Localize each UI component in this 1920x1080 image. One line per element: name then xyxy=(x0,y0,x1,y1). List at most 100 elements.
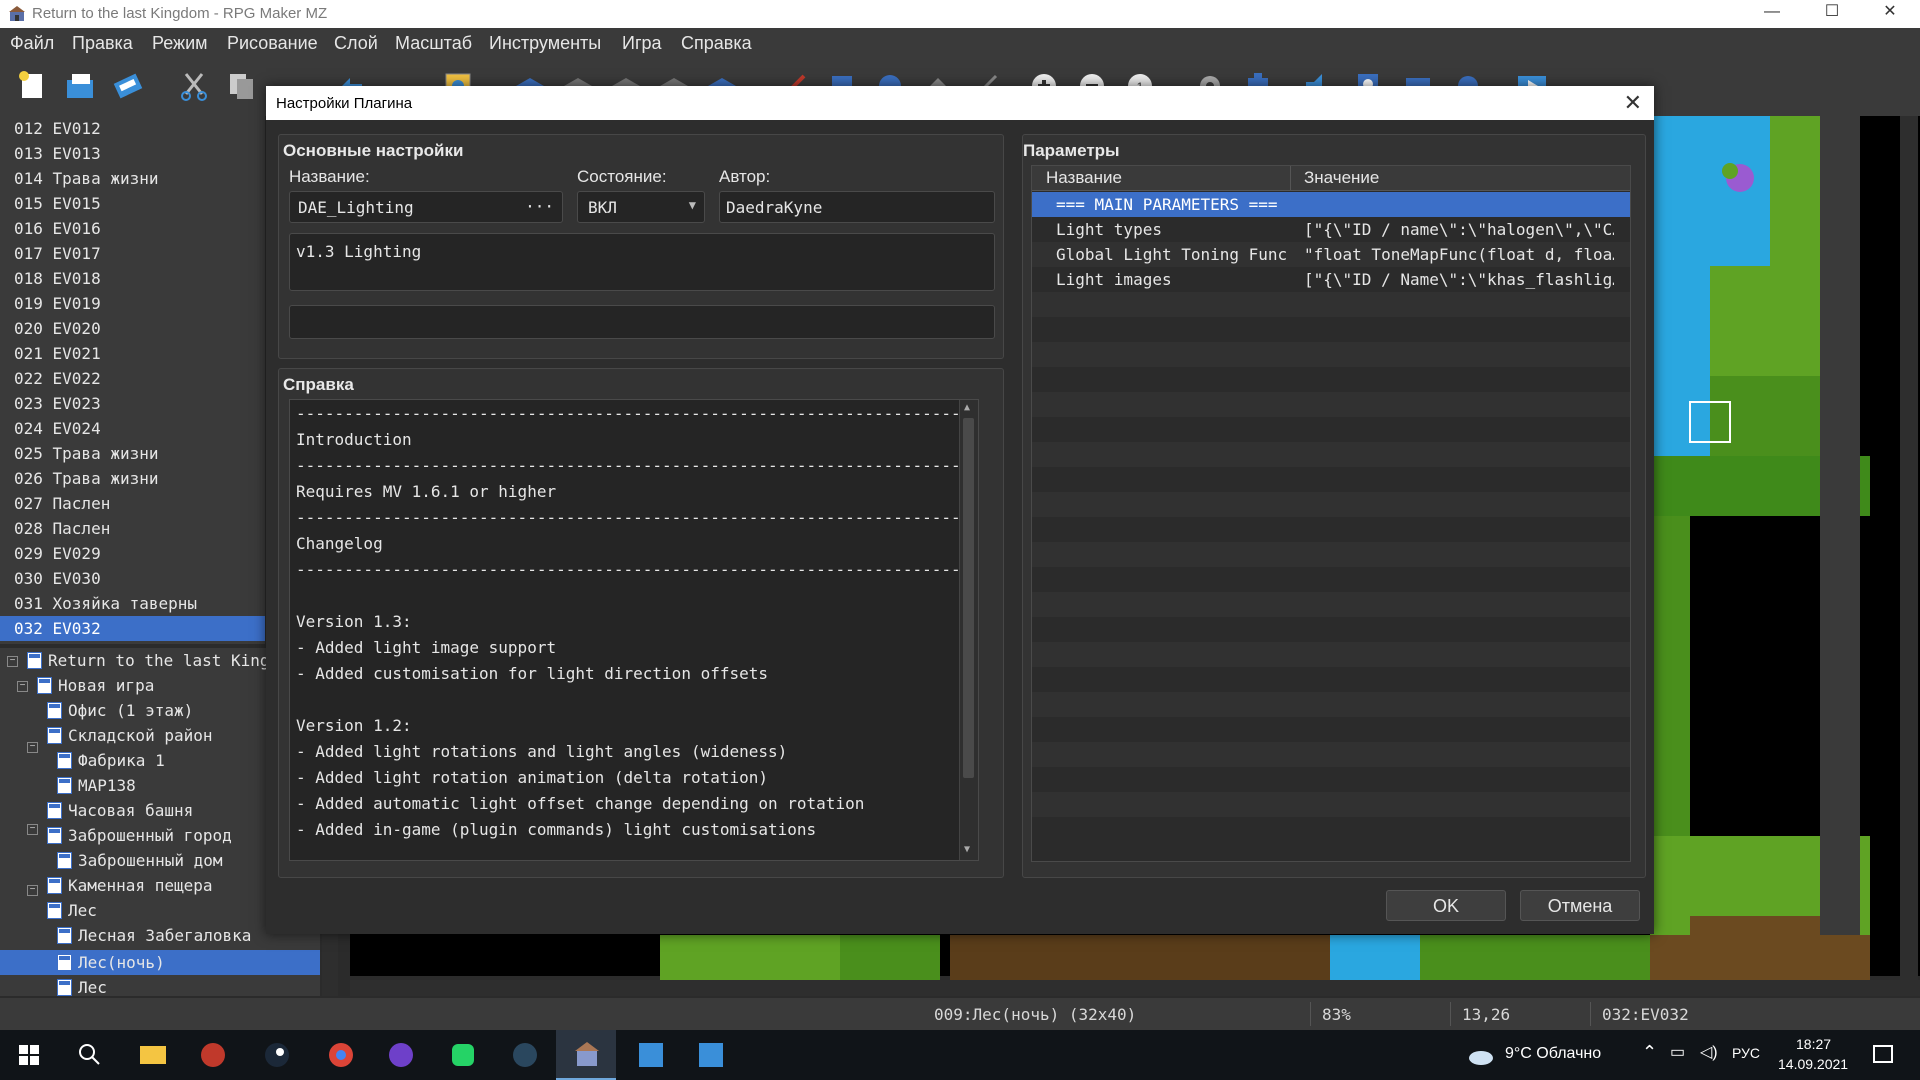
event-list-item[interactable]: 030 EV030 xyxy=(0,566,265,591)
scroll-down-icon[interactable]: ▼ xyxy=(964,844,970,855)
menu-layer[interactable]: Слой xyxy=(334,33,378,54)
copy-icon[interactable] xyxy=(224,68,260,104)
help-scrollbar[interactable]: ▲ ▼ xyxy=(959,400,978,860)
whatsapp-icon[interactable] xyxy=(446,1038,480,1072)
menu-mode[interactable]: Режим xyxy=(152,33,208,54)
parameter-row[interactable]: Light types ["{\"ID / name\":\"halogen\"… xyxy=(1032,217,1630,242)
notifications-icon[interactable] xyxy=(1866,1038,1900,1072)
steam-icon[interactable] xyxy=(260,1038,294,1072)
map-tree-item[interactable]: Лес xyxy=(47,898,97,923)
event-list-item[interactable]: 012 EV012 xyxy=(0,116,265,141)
map-tree-item[interactable]: MAP138 xyxy=(57,773,136,798)
author-field[interactable]: DaedraKyne xyxy=(719,191,995,223)
map-tree-root[interactable]: Return to the last Kingdom xyxy=(27,648,298,673)
vscode-icon[interactable] xyxy=(634,1038,668,1072)
map-tree-item[interactable]: Офис (1 этаж) xyxy=(47,698,193,723)
event-list-item[interactable]: 026 Трава жизни xyxy=(0,466,265,491)
chrome-icon[interactable] xyxy=(324,1038,358,1072)
cancel-button[interactable]: Отмена xyxy=(1520,890,1640,921)
collapse-icon[interactable]: − xyxy=(27,742,38,753)
description-field[interactable]: v1.3 Lighting xyxy=(289,233,995,291)
maximize-button[interactable]: ☐ xyxy=(1804,0,1860,28)
collapse-icon[interactable]: − xyxy=(17,681,28,692)
map-tree-item[interactable]: Заброшенный дом xyxy=(57,848,223,873)
map-tree-item-selected[interactable]: Лес(ночь) xyxy=(57,950,165,975)
map-tree-item[interactable]: Часовая башня xyxy=(47,798,193,823)
map-vertical-scrollbar[interactable] xyxy=(1900,116,1918,980)
map-tree-item[interactable]: Заброшенный город xyxy=(47,823,232,848)
weather-text[interactable]: 9°C Облачно xyxy=(1505,1045,1601,1063)
menu-scale[interactable]: Масштаб xyxy=(395,33,472,54)
event-list-item[interactable]: 025 Трава жизни xyxy=(0,441,265,466)
app-red-icon[interactable] xyxy=(196,1038,230,1072)
event-list-item[interactable]: 031 Хозяйка таверны xyxy=(0,591,265,616)
event-list-item[interactable]: 018 EV018 xyxy=(0,266,265,291)
file-explorer-icon[interactable] xyxy=(136,1038,170,1072)
event-list-item[interactable]: 024 EV024 xyxy=(0,416,265,441)
plugin-name-field[interactable]: DAE_Lighting ··· xyxy=(289,191,563,223)
map-tree-item[interactable]: Новая игра xyxy=(37,673,154,698)
save-project-icon[interactable] xyxy=(110,68,146,104)
menu-edit[interactable]: Правка xyxy=(72,33,133,54)
open-project-icon[interactable] xyxy=(62,68,98,104)
map-tree-item[interactable]: Складской район xyxy=(47,723,213,748)
map-tree-item[interactable]: Лес xyxy=(57,975,107,1000)
volume-icon[interactable]: ◁) xyxy=(1700,1042,1718,1062)
tray-up-chevron-icon[interactable]: ⌃ xyxy=(1642,1042,1657,1063)
vscode2-icon[interactable] xyxy=(694,1038,728,1072)
network-icon[interactable]: ▭ xyxy=(1670,1042,1685,1062)
search-icon[interactable] xyxy=(72,1038,106,1072)
dialog-close-button[interactable]: ✕ xyxy=(1624,90,1642,116)
rpgmaker-taskbar-icon[interactable] xyxy=(570,1038,604,1072)
close-window-button[interactable]: ✕ xyxy=(1862,0,1918,28)
parameter-row[interactable]: Light images ["{\"ID / Name\":\"khas_fla… xyxy=(1032,267,1630,292)
clock-date[interactable]: 14.09.2021 xyxy=(1778,1056,1848,1072)
event-list-item[interactable]: 016 EV016 xyxy=(0,216,265,241)
language-indicator[interactable]: РУС xyxy=(1732,1045,1760,1061)
collapse-icon[interactable]: − xyxy=(27,824,38,835)
event-list-item[interactable]: 027 Паслен xyxy=(0,491,265,516)
map-tree-item[interactable]: Каменная пещера xyxy=(47,873,213,898)
column-value-header[interactable]: Значение xyxy=(1304,168,1379,188)
event-list-item[interactable]: 014 Трава жизни xyxy=(0,166,265,191)
event-list-item[interactable]: 021 EV021 xyxy=(0,341,265,366)
parameter-row-selected[interactable]: === MAIN PARAMETERS === xyxy=(1032,192,1630,217)
status-select[interactable]: ВКЛ ▼ xyxy=(577,191,705,223)
event-list-item[interactable]: 022 EV022 xyxy=(0,366,265,391)
event-list-item[interactable]: 020 EV020 xyxy=(0,316,265,341)
github-icon[interactable] xyxy=(384,1038,418,1072)
extra-field[interactable] xyxy=(289,305,995,339)
browse-button[interactable]: ··· xyxy=(525,197,554,216)
collapse-icon[interactable]: − xyxy=(27,885,38,896)
menu-help[interactable]: Справка xyxy=(681,33,752,54)
map-horizontal-scrollbar[interactable] xyxy=(350,980,1920,996)
map-tree-item[interactable]: Фабрика 1 xyxy=(57,748,165,773)
event-list-item-selected[interactable]: 032 EV032 xyxy=(0,616,265,641)
map-tree-item[interactable]: Лесная Забегаловка xyxy=(57,923,251,948)
event-list-item[interactable]: 013 EV013 xyxy=(0,141,265,166)
event-list-item[interactable]: 028 Паслен xyxy=(0,516,265,541)
menu-file[interactable]: Файл xyxy=(10,33,54,54)
event-list-item[interactable]: 017 EV017 xyxy=(0,241,265,266)
collapse-icon[interactable]: − xyxy=(7,656,18,667)
menu-draw[interactable]: Рисование xyxy=(227,33,318,54)
status-divider xyxy=(1450,1002,1451,1026)
cut-icon[interactable] xyxy=(176,68,212,104)
menu-tools[interactable]: Инструменты xyxy=(489,33,601,54)
clock-time[interactable]: 18:27 xyxy=(1796,1036,1831,1052)
new-project-icon[interactable] xyxy=(14,68,50,104)
ok-button[interactable]: OK xyxy=(1386,890,1506,921)
minimize-button[interactable]: — xyxy=(1744,0,1800,28)
windows-start-icon[interactable] xyxy=(12,1038,46,1072)
event-list-item[interactable]: 019 EV019 xyxy=(0,291,265,316)
help-scroll-thumb[interactable] xyxy=(963,418,974,778)
help-text-area[interactable]: ----------------------------------------… xyxy=(289,399,979,861)
event-list-item[interactable]: 023 EV023 xyxy=(0,391,265,416)
event-list-item[interactable]: 029 EV029 xyxy=(0,541,265,566)
scroll-up-icon[interactable]: ▲ xyxy=(964,402,970,413)
menu-game[interactable]: Игра xyxy=(622,33,662,54)
column-name-header[interactable]: Название xyxy=(1046,168,1122,188)
event-list-item[interactable]: 015 EV015 xyxy=(0,191,265,216)
steam2-icon[interactable] xyxy=(508,1038,542,1072)
parameter-row[interactable]: Global Light Toning Func… "float ToneMap… xyxy=(1032,242,1630,267)
